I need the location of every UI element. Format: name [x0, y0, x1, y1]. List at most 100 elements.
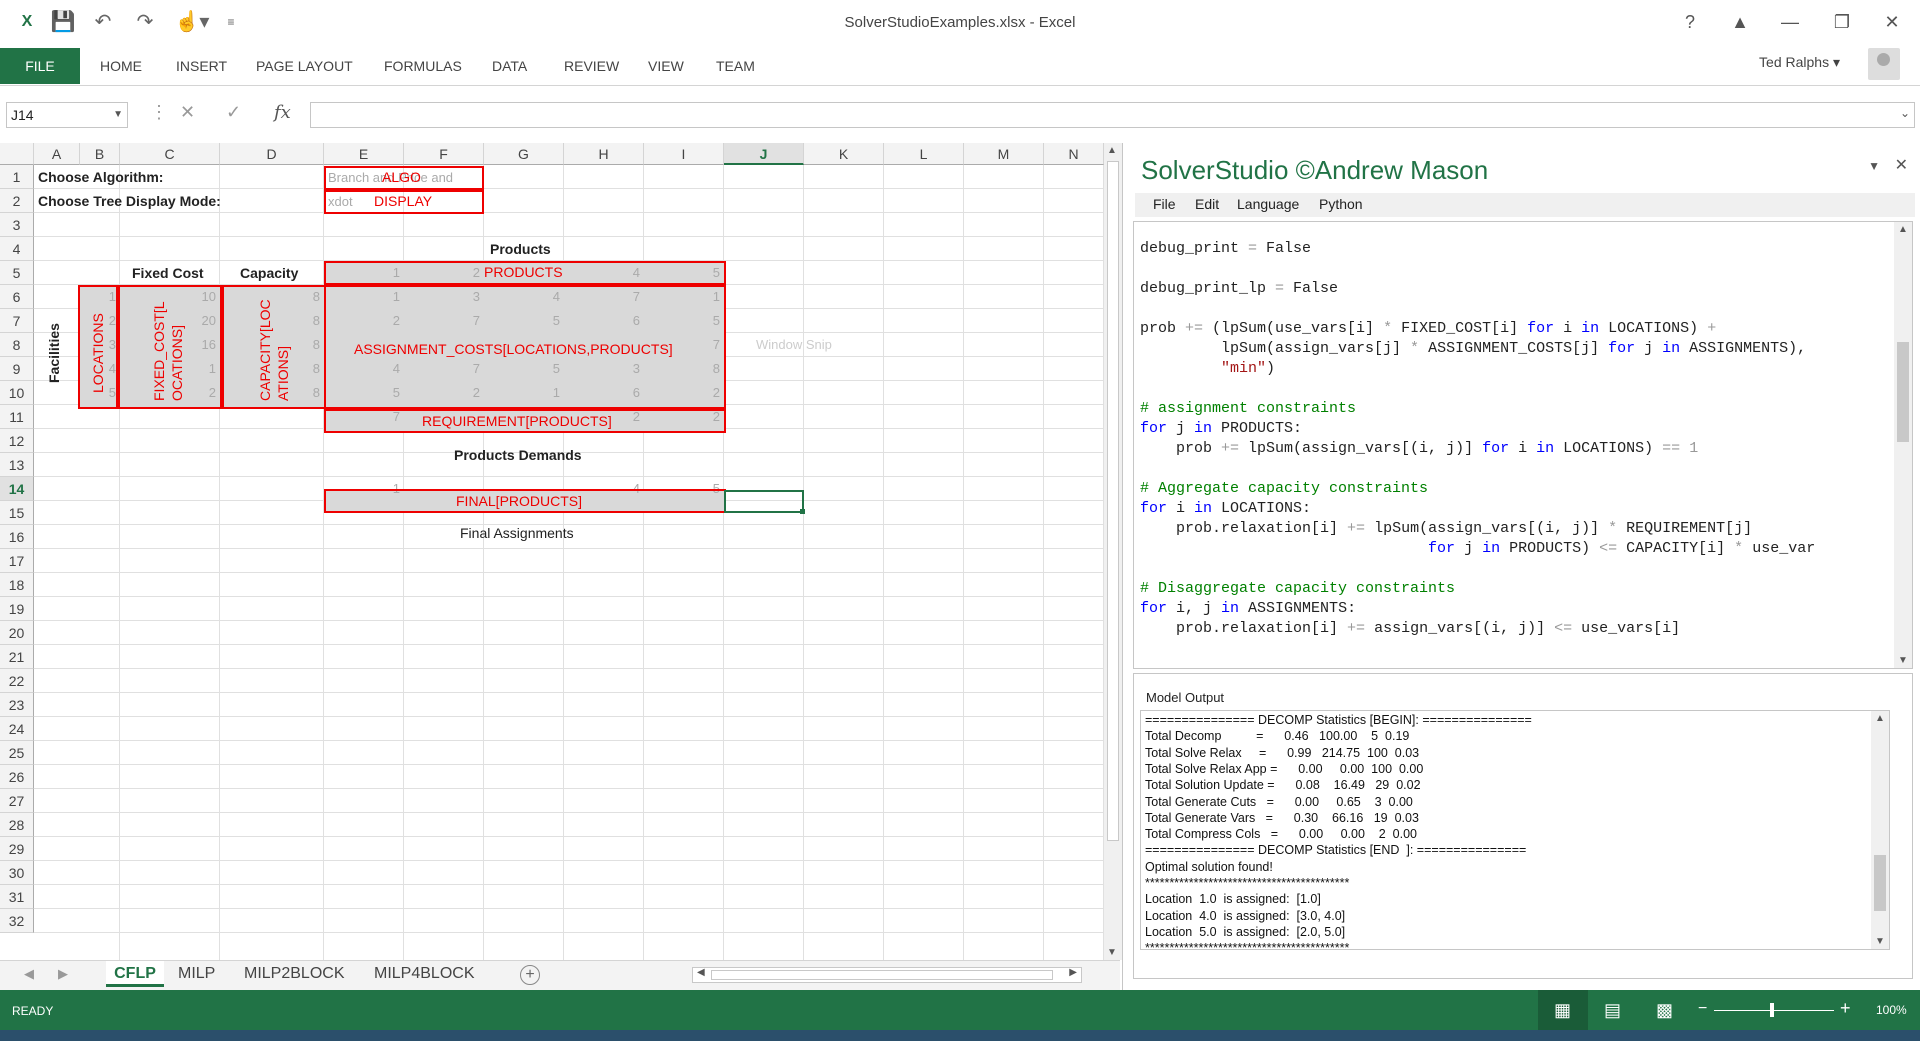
- row-header-7[interactable]: 7: [0, 309, 34, 333]
- expand-formula-bar-icon[interactable]: ⌄: [1900, 106, 1910, 120]
- tab-team[interactable]: TEAM: [716, 58, 755, 74]
- scroll-up-icon[interactable]: ▲: [1107, 145, 1117, 156]
- row-header-24[interactable]: 24: [0, 717, 34, 741]
- code-editor[interactable]: debug_print = False debug_print_lp = Fal…: [1133, 221, 1913, 669]
- tab-review[interactable]: REVIEW: [564, 58, 619, 74]
- zoom-slider[interactable]: [1714, 1010, 1834, 1011]
- column-header-i[interactable]: I: [644, 143, 724, 165]
- sheet-tab-cflp[interactable]: CFLP: [106, 961, 164, 987]
- output-scrollbar[interactable]: ▲ ▼: [1871, 711, 1889, 949]
- row-header-15[interactable]: 15: [0, 501, 34, 525]
- ribbon-display-options-icon[interactable]: ▲: [1720, 8, 1760, 36]
- scroll-thumb[interactable]: [1107, 161, 1119, 841]
- row-header-2[interactable]: 2: [0, 189, 34, 213]
- row-header-1[interactable]: 1: [0, 165, 34, 189]
- output-scroll-thumb[interactable]: [1874, 855, 1886, 911]
- row-header-14[interactable]: 14: [0, 477, 34, 501]
- row-header-3[interactable]: 3: [0, 213, 34, 237]
- formula-input[interactable]: ⌄: [310, 102, 1915, 128]
- model-output-text[interactable]: =============== DECOMP Statistics [BEGIN…: [1140, 710, 1890, 950]
- tab-scroll-left-icon[interactable]: ◀: [24, 966, 34, 982]
- menu-python[interactable]: Python: [1319, 196, 1363, 212]
- row-header-9[interactable]: 9: [0, 357, 34, 381]
- row-header-32[interactable]: 32: [0, 909, 34, 933]
- enter-icon[interactable]: ✓: [226, 102, 241, 123]
- row-header-29[interactable]: 29: [0, 837, 34, 861]
- row-header-25[interactable]: 25: [0, 741, 34, 765]
- row-header-18[interactable]: 18: [0, 573, 34, 597]
- row-header-16[interactable]: 16: [0, 525, 34, 549]
- row-header-17[interactable]: 17: [0, 549, 34, 573]
- scroll-right-icon[interactable]: ▶: [1069, 967, 1077, 978]
- sheet-tab-milp[interactable]: MILP: [178, 961, 215, 987]
- code-scrollbar[interactable]: ▲ ▼: [1894, 222, 1912, 668]
- menu-file[interactable]: File: [1153, 196, 1176, 212]
- row-header-6[interactable]: 6: [0, 285, 34, 309]
- row-header-8[interactable]: 8: [0, 333, 34, 357]
- horizontal-scroll-thumb[interactable]: [711, 970, 1053, 980]
- zoom-out-icon[interactable]: −: [1698, 1000, 1707, 1018]
- avatar[interactable]: [1868, 48, 1900, 80]
- scroll-down-icon[interactable]: ▼: [1898, 655, 1908, 666]
- user-name[interactable]: Ted Ralphs ▾: [1759, 54, 1840, 71]
- close-button[interactable]: ✕: [1872, 8, 1912, 36]
- column-header-a[interactable]: A: [34, 143, 80, 165]
- row-header-30[interactable]: 30: [0, 861, 34, 885]
- row-header-20[interactable]: 20: [0, 621, 34, 645]
- column-header-b[interactable]: B: [80, 143, 120, 165]
- row-header-10[interactable]: 10: [0, 381, 34, 405]
- page-layout-view-icon[interactable]: ▤: [1604, 1000, 1621, 1021]
- scroll-left-icon[interactable]: ◀: [697, 967, 705, 978]
- row-header-21[interactable]: 21: [0, 645, 34, 669]
- scroll-up-icon[interactable]: ▲: [1898, 224, 1908, 235]
- select-all-corner[interactable]: [0, 143, 34, 165]
- column-header-d[interactable]: D: [220, 143, 324, 165]
- scroll-up-icon[interactable]: ▲: [1875, 713, 1885, 724]
- row-header-19[interactable]: 19: [0, 597, 34, 621]
- restore-button[interactable]: ❐: [1822, 8, 1862, 36]
- scroll-down-icon[interactable]: ▼: [1107, 947, 1117, 958]
- row-header-23[interactable]: 23: [0, 693, 34, 717]
- column-header-h[interactable]: H: [564, 143, 644, 165]
- column-header-k[interactable]: K: [804, 143, 884, 165]
- fill-handle[interactable]: [800, 509, 805, 514]
- sheet-tab-milp2block[interactable]: MILP2BLOCK: [244, 961, 344, 987]
- row-header-4[interactable]: 4: [0, 237, 34, 261]
- minimize-button[interactable]: —: [1770, 8, 1810, 36]
- column-header-f[interactable]: F: [404, 143, 484, 165]
- scroll-down-icon[interactable]: ▼: [1875, 936, 1885, 947]
- row-header-12[interactable]: 12: [0, 429, 34, 453]
- row-header-11[interactable]: 11: [0, 405, 34, 429]
- add-sheet-icon[interactable]: +: [520, 965, 540, 985]
- name-box[interactable]: J14 ▼: [6, 102, 128, 128]
- tab-page-layout[interactable]: PAGE LAYOUT: [256, 58, 353, 74]
- zoom-in-icon[interactable]: +: [1840, 998, 1851, 1019]
- column-header-e[interactable]: E: [324, 143, 404, 165]
- close-pane-icon[interactable]: ✕: [1895, 155, 1908, 175]
- menu-edit[interactable]: Edit: [1195, 196, 1219, 212]
- zoom-level[interactable]: 100%: [1876, 1003, 1907, 1017]
- cancel-icon[interactable]: ✕: [180, 102, 195, 123]
- tab-insert[interactable]: INSERT: [176, 58, 227, 74]
- code-scroll-thumb[interactable]: [1897, 342, 1909, 442]
- chevron-down-icon[interactable]: ▼: [113, 103, 123, 127]
- column-header-g[interactable]: G: [484, 143, 564, 165]
- page-break-view-icon[interactable]: ▩: [1656, 1000, 1673, 1021]
- row-header-27[interactable]: 27: [0, 789, 34, 813]
- row-header-26[interactable]: 26: [0, 765, 34, 789]
- horizontal-scrollbar[interactable]: ◀ ▶: [692, 967, 1082, 983]
- column-header-m[interactable]: M: [964, 143, 1044, 165]
- row-header-31[interactable]: 31: [0, 885, 34, 909]
- insert-function-icon[interactable]: fx: [274, 102, 291, 123]
- column-header-j[interactable]: J: [724, 143, 804, 165]
- help-icon[interactable]: ?: [1670, 8, 1710, 36]
- row-header-5[interactable]: 5: [0, 261, 34, 285]
- tab-view[interactable]: VIEW: [648, 58, 684, 74]
- menu-language[interactable]: Language: [1237, 196, 1299, 212]
- column-header-c[interactable]: C: [120, 143, 220, 165]
- normal-view-button[interactable]: ▦: [1538, 990, 1588, 1030]
- zoom-slider-thumb[interactable]: [1770, 1003, 1774, 1017]
- spreadsheet-grid[interactable]: ABCDEFGHIJKLMN 1 2 3 4 5 6 7 8 9 10 11 12 13 14 15 16 17…: [0, 143, 1104, 960]
- file-tab[interactable]: FILE: [0, 48, 80, 84]
- row-header-28[interactable]: 28: [0, 813, 34, 837]
